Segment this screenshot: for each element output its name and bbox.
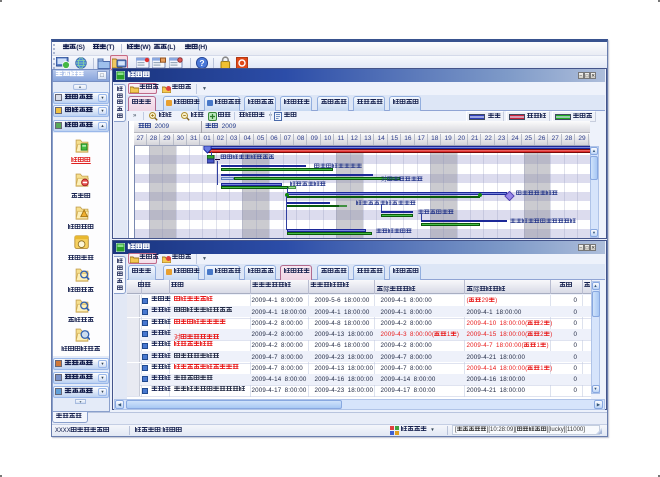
svg-text:?: ? [199,58,204,68]
